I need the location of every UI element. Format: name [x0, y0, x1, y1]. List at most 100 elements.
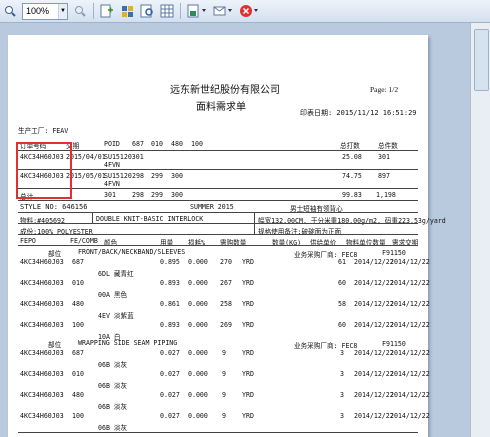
rule	[18, 245, 418, 246]
row-loss: 0.000	[188, 370, 208, 378]
supplier: 业务采购厂商: FEC8	[294, 342, 358, 350]
row-kg: 3	[340, 370, 344, 378]
row-qty: 0.893	[160, 321, 180, 329]
fabric-name: DOUBLE KNIT-BASIC INTERLOCK	[96, 215, 204, 223]
row-qty: 0.027	[160, 349, 180, 357]
summary-po: SU15120	[104, 172, 132, 180]
rule	[18, 234, 418, 235]
row-fepo: 4KC34H60J03	[20, 300, 64, 308]
row-comb: 100	[72, 321, 84, 329]
header-s4: 100	[191, 140, 203, 148]
part-name: WRAPPING SIDE SEAM PIPING	[78, 339, 178, 347]
row-due1: 2014/12/22	[354, 321, 394, 329]
row-qty: 0.895	[160, 258, 180, 266]
total-s1: 301	[104, 191, 116, 199]
row-comb: 687	[72, 349, 84, 357]
find-icon[interactable]	[139, 3, 155, 19]
row-due2: 2014/12/22	[390, 258, 430, 266]
header-s2: 010	[151, 140, 163, 148]
toolbar-divider	[180, 3, 181, 19]
col-fepo: FEPO	[20, 237, 36, 245]
row-req: 270	[220, 258, 232, 266]
summary-po: SU15120301	[104, 153, 144, 161]
row-fepo: 4KC34H60J03	[20, 321, 64, 329]
supplier-code: F91150	[382, 249, 406, 257]
toolbar-divider	[93, 3, 94, 19]
zoom-value: 100%	[26, 6, 50, 16]
row-loss: 0.000	[188, 391, 208, 399]
total-pcs: 1,198	[376, 191, 396, 199]
factory-label: 生产工厂: FEAV	[18, 127, 69, 135]
vertical-scrollbar[interactable]	[470, 23, 490, 437]
total-s4: 300	[171, 191, 183, 199]
zoom-out-icon[interactable]	[72, 3, 88, 19]
zoom-in-icon[interactable]	[2, 3, 18, 19]
row-color-desc: 00A 黑色	[98, 291, 128, 299]
company-name: 远东新世纪股份有限公司	[170, 85, 280, 96]
print-time: 印表日期: 2015/11/12 16:51:29	[300, 109, 417, 117]
row-fepo: 4KC34H60J03	[20, 412, 64, 420]
page-number: Page: 1/2	[370, 85, 399, 94]
report-toolbar: 100% ▼	[0, 0, 490, 23]
rule	[18, 212, 418, 213]
rule	[18, 200, 418, 201]
zoom-select[interactable]: 100% ▼	[22, 2, 68, 20]
row-req: 269	[220, 321, 232, 329]
row-req: 9	[222, 349, 226, 357]
header-total-yd: 总打数	[340, 142, 360, 150]
row-due1: 2014/12/22	[354, 412, 394, 420]
row-comb: 687	[72, 258, 84, 266]
row-color-desc: 06B 淡灰	[98, 361, 128, 369]
page-setup-icon[interactable]	[119, 3, 135, 19]
row-qty: 0.027	[160, 412, 180, 420]
total-s3: 299	[151, 191, 163, 199]
report-viewport[interactable]: 远东新世纪股份有限公司 面料需求单 Page: 1/2 印表日期: 2015/1…	[0, 23, 470, 437]
row-unit: YRD	[242, 370, 254, 378]
row-req: 258	[220, 300, 232, 308]
total-yd: 99.83	[342, 191, 362, 199]
summary-s1: 298	[132, 172, 144, 180]
rule	[18, 150, 418, 151]
export-icon[interactable]	[186, 3, 208, 19]
scrollbar-thumb[interactable]	[474, 29, 489, 91]
row-kg: 60	[338, 321, 346, 329]
email-icon[interactable]	[212, 3, 234, 19]
row-qty: 0.861	[160, 300, 180, 308]
row-unit: YRD	[242, 321, 254, 329]
row-due2: 2014/12/22	[390, 412, 430, 420]
row-due1: 2014/12/22	[354, 391, 394, 399]
part-label: 部位	[48, 250, 62, 258]
highlight-box	[16, 142, 72, 199]
summary-s3: 300	[171, 172, 183, 180]
row-fepo: 4KC34H60J03	[20, 279, 64, 287]
row-loss: 0.000	[188, 412, 208, 420]
rule	[18, 432, 418, 433]
close-icon[interactable]	[238, 3, 260, 19]
row-req: 9	[222, 391, 226, 399]
row-loss: 0.000	[188, 321, 208, 329]
supplier-code: F91150	[382, 340, 406, 348]
row-unit: YRD	[242, 349, 254, 357]
summary-total-yd: 74.75	[342, 172, 362, 180]
row-color-desc: 6DL 藏青红	[98, 270, 134, 278]
row-due2: 2014/12/22	[390, 279, 430, 287]
row-due1: 2014/12/22	[354, 370, 394, 378]
first-page-icon[interactable]	[99, 3, 115, 19]
part-name: FRONT/BACK/NECKBAND/SLEEVES	[78, 248, 186, 256]
col-fecomb: FE/COMB	[70, 237, 98, 245]
header-s1: 687	[132, 140, 144, 148]
part-label: 部位	[48, 341, 62, 349]
grid-icon[interactable]	[159, 3, 175, 19]
row-req: 9	[222, 370, 226, 378]
row-comb: 010	[72, 370, 84, 378]
row-color-desc: 06B 淡灰	[98, 403, 128, 411]
summary-total-pcs: 301	[378, 153, 390, 161]
header-po: POID	[104, 140, 120, 148]
row-fepo: 4KC34H60J03	[20, 258, 64, 266]
row-loss: 0.000	[188, 349, 208, 357]
row-due1: 2014/12/22	[354, 258, 394, 266]
header-s3: 480	[171, 140, 183, 148]
row-unit: YRD	[242, 279, 254, 287]
row-req: 267	[220, 279, 232, 287]
summary-s2: 299	[151, 172, 163, 180]
